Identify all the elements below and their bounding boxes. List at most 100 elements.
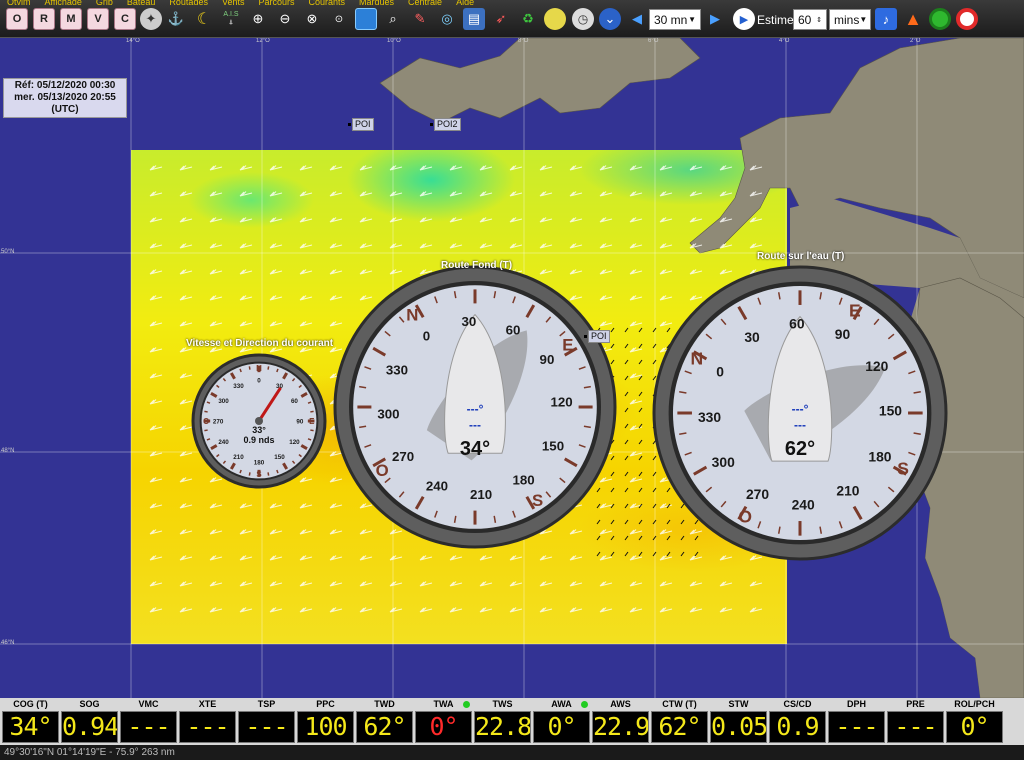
wind-barb (419, 555, 433, 561)
wind-barb (359, 243, 373, 249)
current-gauge-tick (310, 429, 314, 432)
instrument-sog[interactable]: SOG 0.94 (61, 698, 118, 745)
instrument-tws[interactable]: TWS 22.8 (474, 698, 531, 745)
instrument-dph[interactable]: DPH---- (828, 698, 885, 745)
zoom-fit-icon[interactable]: ⊗ (301, 8, 323, 30)
wind-barb (329, 529, 343, 535)
ais-button[interactable]: A.I.S ⍋ (220, 8, 242, 30)
current-arrow (638, 535, 643, 541)
menu-item[interactable]: Centrale (408, 0, 442, 5)
menu-item[interactable]: Bateau (127, 0, 156, 5)
wind-barb (149, 321, 163, 327)
instrument-stw[interactable]: STW 0.05 (710, 698, 767, 745)
compass-icon[interactable]: ✦ (140, 8, 162, 30)
wind-barb (749, 243, 763, 249)
instrument-vmc[interactable]: VMC---- (120, 698, 177, 745)
zoom-reset-icon[interactable]: ⊙ (328, 8, 350, 30)
current-arrow (610, 551, 615, 557)
bell-icon[interactable]: ♪ (875, 8, 897, 30)
zoom-in-icon[interactable]: ⊕ (247, 8, 269, 30)
menu-item[interactable]: Courants (309, 0, 346, 5)
menu-item[interactable]: Marques (359, 0, 394, 5)
current-gauge-tick (276, 469, 279, 474)
play-icon[interactable]: ▶ (733, 8, 755, 30)
layer-toggle-o[interactable]: O (6, 8, 28, 30)
current-arrow (624, 551, 629, 557)
instrument-twd[interactable]: TWD 62° (356, 698, 413, 745)
wind-barb (269, 191, 283, 197)
instrument-pre[interactable]: PRE---- (887, 698, 944, 745)
poi-marker[interactable]: POI (584, 330, 610, 343)
map-view[interactable]: 0 30 60 90 120 150 180 210 240 270 300 330 N E S O 33° 0.… (0, 38, 1024, 698)
wind-barb (149, 347, 163, 353)
next-step-icon[interactable]: ▶ (704, 8, 726, 30)
wind-barb (209, 243, 223, 249)
menu-item[interactable]: Aide (456, 0, 474, 5)
poi-marker[interactable]: POI (348, 118, 374, 131)
instrument-ppc[interactable]: PPC 100 (297, 698, 354, 745)
target-icon[interactable] (929, 8, 951, 30)
wind-barb (269, 165, 283, 171)
zoom-out-icon[interactable]: ⊖ (274, 8, 296, 30)
grib-icon[interactable] (544, 8, 566, 30)
refresh-icon[interactable]: ♻ (517, 8, 539, 30)
instrument-value: ---- (887, 711, 944, 743)
wind-barb (719, 165, 733, 171)
wind-barb (659, 555, 673, 561)
windsock-icon[interactable]: ➶ (490, 8, 512, 30)
wind-barb (509, 607, 523, 613)
poi-marker[interactable]: POI2 (430, 118, 461, 131)
instrument-ctw-t[interactable]: CTW (T) 62° (651, 698, 708, 745)
current-arrow (610, 359, 615, 365)
wind-barb (329, 607, 343, 613)
anchor-icon[interactable]: ⚓ (165, 8, 187, 30)
pen-icon[interactable]: ✎ (409, 8, 431, 30)
time-step-select[interactable]: 30 mn ▼ (649, 9, 701, 30)
ctw-tick-label: 300 (712, 454, 735, 470)
cog-tick-label: 0 (423, 329, 430, 344)
instrument-awa[interactable]: AWA 0° (533, 698, 590, 745)
estime-unit-select[interactable]: mins ▼ (829, 9, 871, 30)
wind-barb (359, 529, 373, 535)
lifebuoy-icon[interactable] (956, 8, 978, 30)
menu-item[interactable]: Grib (96, 0, 113, 5)
menu-item[interactable]: Parcours (258, 0, 294, 5)
menu-item[interactable]: Routages (169, 0, 208, 5)
instrument-label: DPH (828, 698, 885, 711)
clock-icon[interactable]: ◷ (572, 8, 594, 30)
chevron-down-circle-icon[interactable]: ⌄ (599, 8, 621, 30)
wind-barb (269, 555, 283, 561)
previous-step-icon[interactable]: ◀ (626, 8, 648, 30)
instrument-cog-t[interactable]: COG (T) 34° (2, 698, 59, 745)
wind-barb (599, 529, 613, 535)
instrument-twa[interactable]: TWA 0° (415, 698, 472, 745)
magnifier-icon[interactable]: ⌕ (382, 8, 404, 30)
layer-toggle-m[interactable]: M (60, 8, 82, 30)
warning-icon[interactable]: ▲ (902, 8, 924, 30)
menu-item[interactable]: Qtvlm (7, 0, 31, 5)
select-zone-icon[interactable] (355, 8, 377, 30)
estime-input[interactable]: 60 ⇕ (793, 9, 827, 30)
current-arrow (680, 503, 685, 509)
instrument-value: ---- (179, 711, 236, 743)
wind-barb (659, 243, 673, 249)
layer-toggle-r[interactable]: R (33, 8, 55, 30)
save-route-icon[interactable]: ▤ (463, 8, 485, 30)
instrument-rol-pch[interactable]: ROL/PCH 0° (946, 698, 1003, 745)
wind-barb (449, 581, 463, 587)
instrument-tsp[interactable]: TSP---- (238, 698, 295, 745)
globe-icon[interactable]: ◎ (436, 8, 458, 30)
instrument-aws[interactable]: AWS 22.9 (592, 698, 649, 745)
instrument-cs-cd[interactable]: CS/CD 0.9 (769, 698, 826, 745)
menu-item[interactable]: Affichage (45, 0, 82, 5)
wind-barb (719, 581, 733, 587)
layer-toggle-c[interactable]: C (114, 8, 136, 30)
current-arrow (624, 407, 629, 413)
instrument-value: 0.9 (769, 711, 826, 743)
wind-barb (659, 321, 673, 327)
wind-barb (629, 347, 643, 353)
menu-item[interactable]: Vents (222, 0, 245, 5)
layer-toggle-v[interactable]: V (87, 8, 109, 30)
instrument-xte[interactable]: XTE---- (179, 698, 236, 745)
moon-icon[interactable]: ☾ (193, 8, 215, 30)
